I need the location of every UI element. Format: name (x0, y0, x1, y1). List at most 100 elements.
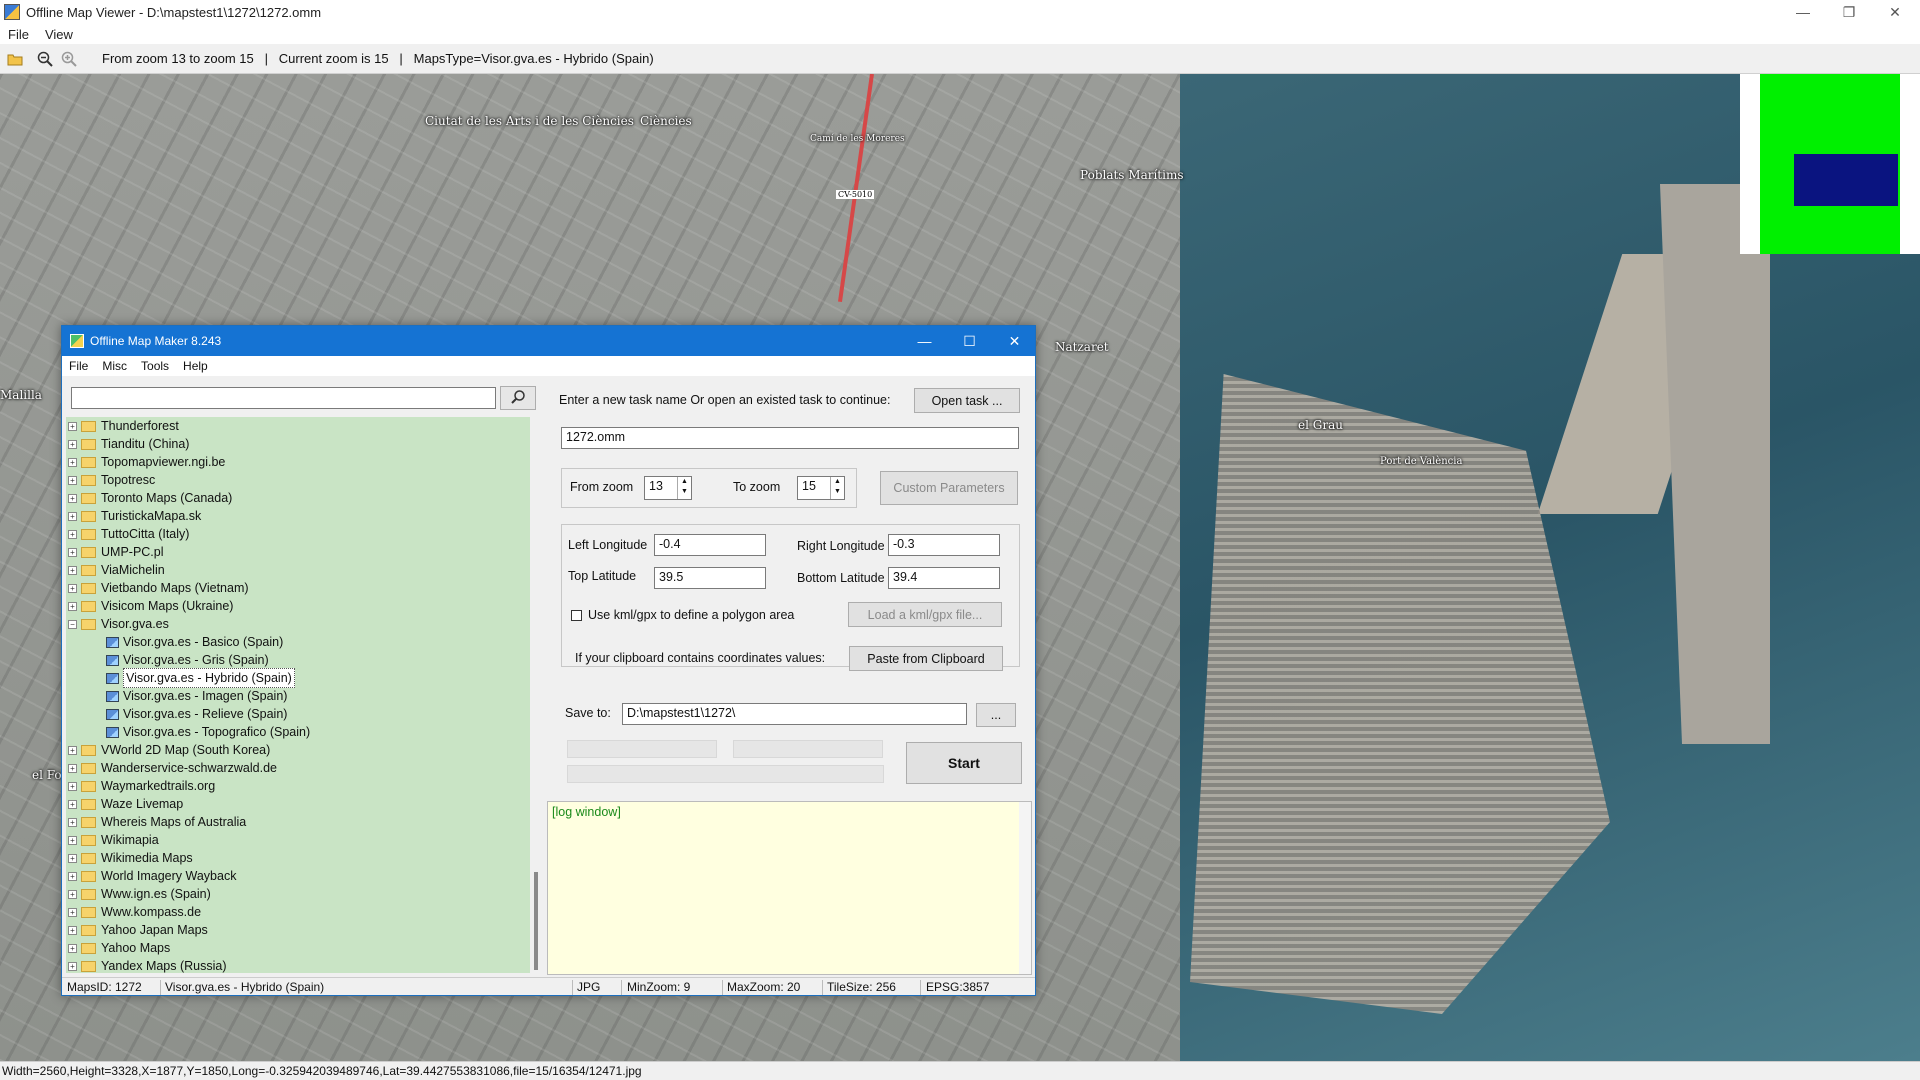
log-scrollbar[interactable] (1019, 802, 1031, 974)
left-longitude-input[interactable]: -0.4 (654, 534, 766, 556)
tree-folder-item[interactable]: + Wikimedia Maps (66, 849, 530, 867)
map-search-input[interactable] (71, 387, 496, 409)
dialog-menu-misc[interactable]: Misc (95, 359, 134, 373)
top-latitude-input[interactable]: 39.5 (654, 567, 766, 589)
search-icon (510, 389, 526, 408)
paste-from-clipboard-button[interactable]: Paste from Clipboard (849, 646, 1003, 671)
dialog-maximize-button[interactable]: ☐ (947, 326, 992, 356)
expand-toggle-icon[interactable]: + (68, 763, 77, 773)
tree-folder-item[interactable]: + Waymarkedtrails.org (66, 777, 530, 795)
dialog-menu-help[interactable]: Help (176, 359, 215, 373)
tree-folder-item[interactable]: + ViaMichelin (66, 561, 530, 579)
folder-open-icon[interactable] (6, 50, 24, 68)
expand-toggle-icon[interactable]: + (68, 889, 77, 899)
expand-toggle-icon[interactable]: + (68, 871, 77, 881)
tree-map-item[interactable]: Visor.gva.es - Gris (Spain) (66, 651, 530, 669)
expand-toggle-icon[interactable]: + (68, 781, 77, 791)
tree-folder-item[interactable]: + Wanderservice-schwarzwald.de (66, 759, 530, 777)
dialog-minimize-button[interactable]: — (902, 326, 947, 356)
tree-folder-item[interactable]: + Wikimapia (66, 831, 530, 849)
tree-folder-item[interactable]: + Yahoo Maps (66, 939, 530, 957)
tree-map-item[interactable]: Visor.gva.es - Relieve (Spain) (66, 705, 530, 723)
expand-toggle-icon[interactable]: + (68, 421, 77, 431)
from-zoom-spinner[interactable]: ▲ ▼ (677, 477, 691, 499)
overview-minimap[interactable] (1740, 74, 1920, 254)
dialog-menu-tools[interactable]: Tools (134, 359, 176, 373)
tree-folder-item[interactable]: + Www.kompass.de (66, 903, 530, 921)
tree-folder-item[interactable]: + VWorld 2D Map (South Korea) (66, 741, 530, 759)
save-to-input[interactable]: D:\mapstest1\1272\ (622, 703, 967, 725)
expand-toggle-icon[interactable]: + (68, 799, 77, 809)
expand-toggle-icon[interactable]: + (68, 475, 77, 485)
right-longitude-input[interactable]: -0.3 (888, 534, 1000, 556)
tree-folder-item[interactable]: + Thunderforest (66, 417, 530, 435)
task-name-input[interactable]: 1272.omm (561, 427, 1019, 449)
tree-folder-item[interactable]: + World Imagery Wayback (66, 867, 530, 885)
minimize-button[interactable]: — (1780, 0, 1826, 24)
map-label: Natzaret (1055, 340, 1109, 354)
expand-toggle-icon[interactable]: − (68, 619, 77, 629)
browse-button[interactable]: ... (976, 703, 1016, 727)
expand-toggle-icon[interactable]: + (68, 943, 77, 953)
expand-toggle-icon[interactable]: + (68, 457, 77, 467)
open-task-button[interactable]: Open task ... (914, 388, 1020, 413)
expand-toggle-icon[interactable]: + (68, 817, 77, 827)
overview-viewport[interactable] (1794, 154, 1898, 206)
dialog-close-button[interactable]: ✕ (992, 326, 1037, 356)
load-kml-button[interactable]: Load a kml/gpx file... (848, 602, 1002, 627)
custom-parameters-button[interactable]: Custom Parameters (880, 471, 1018, 505)
tree-folder-item[interactable]: + Visicom Maps (Ukraine) (66, 597, 530, 615)
expand-toggle-icon[interactable]: + (68, 601, 77, 611)
close-button[interactable]: ✕ (1872, 0, 1918, 24)
tree-folder-item[interactable]: − Visor.gva.es (66, 615, 530, 633)
tree-scroll-thumb[interactable] (534, 872, 538, 970)
tree-map-item[interactable]: Visor.gva.es - Imagen (Spain) (66, 687, 530, 705)
viewer-title-bar: Offline Map Viewer - D:\mapstest1\1272\1… (0, 0, 1920, 24)
log-window[interactable]: [log window] (547, 801, 1032, 975)
search-button[interactable] (500, 386, 536, 410)
expand-toggle-icon[interactable]: + (68, 853, 77, 863)
expand-toggle-icon[interactable]: + (68, 547, 77, 557)
zoom-out-icon[interactable] (36, 50, 54, 68)
tree-folder-item[interactable]: + Topomapviewer.ngi.be (66, 453, 530, 471)
expand-toggle-icon[interactable]: + (68, 745, 77, 755)
tree-folder-item[interactable]: + UMP-PC.pl (66, 543, 530, 561)
tree-folder-item[interactable]: + Yandex Maps (Russia) (66, 957, 530, 973)
expand-toggle-icon[interactable]: + (68, 439, 77, 449)
expand-toggle-icon[interactable]: + (68, 925, 77, 935)
expand-toggle-icon[interactable]: + (68, 565, 77, 575)
tree-folder-item[interactable]: + Whereis Maps of Australia (66, 813, 530, 831)
zoom-in-icon[interactable] (60, 50, 78, 68)
menu-view[interactable]: View (37, 27, 81, 42)
bottom-latitude-input[interactable]: 39.4 (888, 567, 1000, 589)
expand-toggle-icon[interactable]: + (68, 835, 77, 845)
expand-toggle-icon[interactable]: + (68, 529, 77, 539)
start-button[interactable]: Start (906, 742, 1022, 784)
expand-toggle-icon[interactable]: + (68, 583, 77, 593)
kml-checkbox[interactable] (571, 610, 582, 621)
tree-folder-item[interactable]: + Www.ign.es (Spain) (66, 885, 530, 903)
tree-scrollbar[interactable] (532, 417, 542, 973)
tree-folder-item[interactable]: + TuttoCitta (Italy) (66, 525, 530, 543)
tree-folder-item[interactable]: + Waze Livemap (66, 795, 530, 813)
tree-folder-item[interactable]: + Tianditu (China) (66, 435, 530, 453)
menu-file[interactable]: File (0, 27, 37, 42)
tree-folder-item[interactable]: + Yahoo Japan Maps (66, 921, 530, 939)
expand-toggle-icon[interactable]: + (68, 493, 77, 503)
expand-toggle-icon[interactable]: + (68, 511, 77, 521)
dialog-title-bar: Offline Map Maker 8.243 — ☐ ✕ (62, 326, 1035, 356)
tree-map-item[interactable]: Visor.gva.es - Hybrido (Spain) (66, 668, 530, 688)
tree-map-item[interactable]: Visor.gva.es - Basico (Spain) (66, 633, 530, 651)
to-zoom-spinner[interactable]: ▲ ▼ (830, 477, 844, 499)
tree-map-item[interactable]: Visor.gva.es - Topografico (Spain) (66, 723, 530, 741)
dialog-menu-file[interactable]: File (62, 359, 95, 373)
tree-folder-item[interactable]: + Topotresc (66, 471, 530, 489)
tree-folder-item[interactable]: + Vietbando Maps (Vietnam) (66, 579, 530, 597)
tree-folder-item[interactable]: + TuristickaMapa.sk (66, 507, 530, 525)
restore-button[interactable]: ❐ (1826, 0, 1872, 24)
tree-folder-item[interactable]: + Toronto Maps (Canada) (66, 489, 530, 507)
maps-tree[interactable]: + Thunderforest + Tianditu (China) + Topomapv… (66, 417, 530, 973)
expand-toggle-icon[interactable]: + (68, 961, 77, 971)
map-label: Ciències (640, 114, 692, 128)
expand-toggle-icon[interactable]: + (68, 907, 77, 917)
